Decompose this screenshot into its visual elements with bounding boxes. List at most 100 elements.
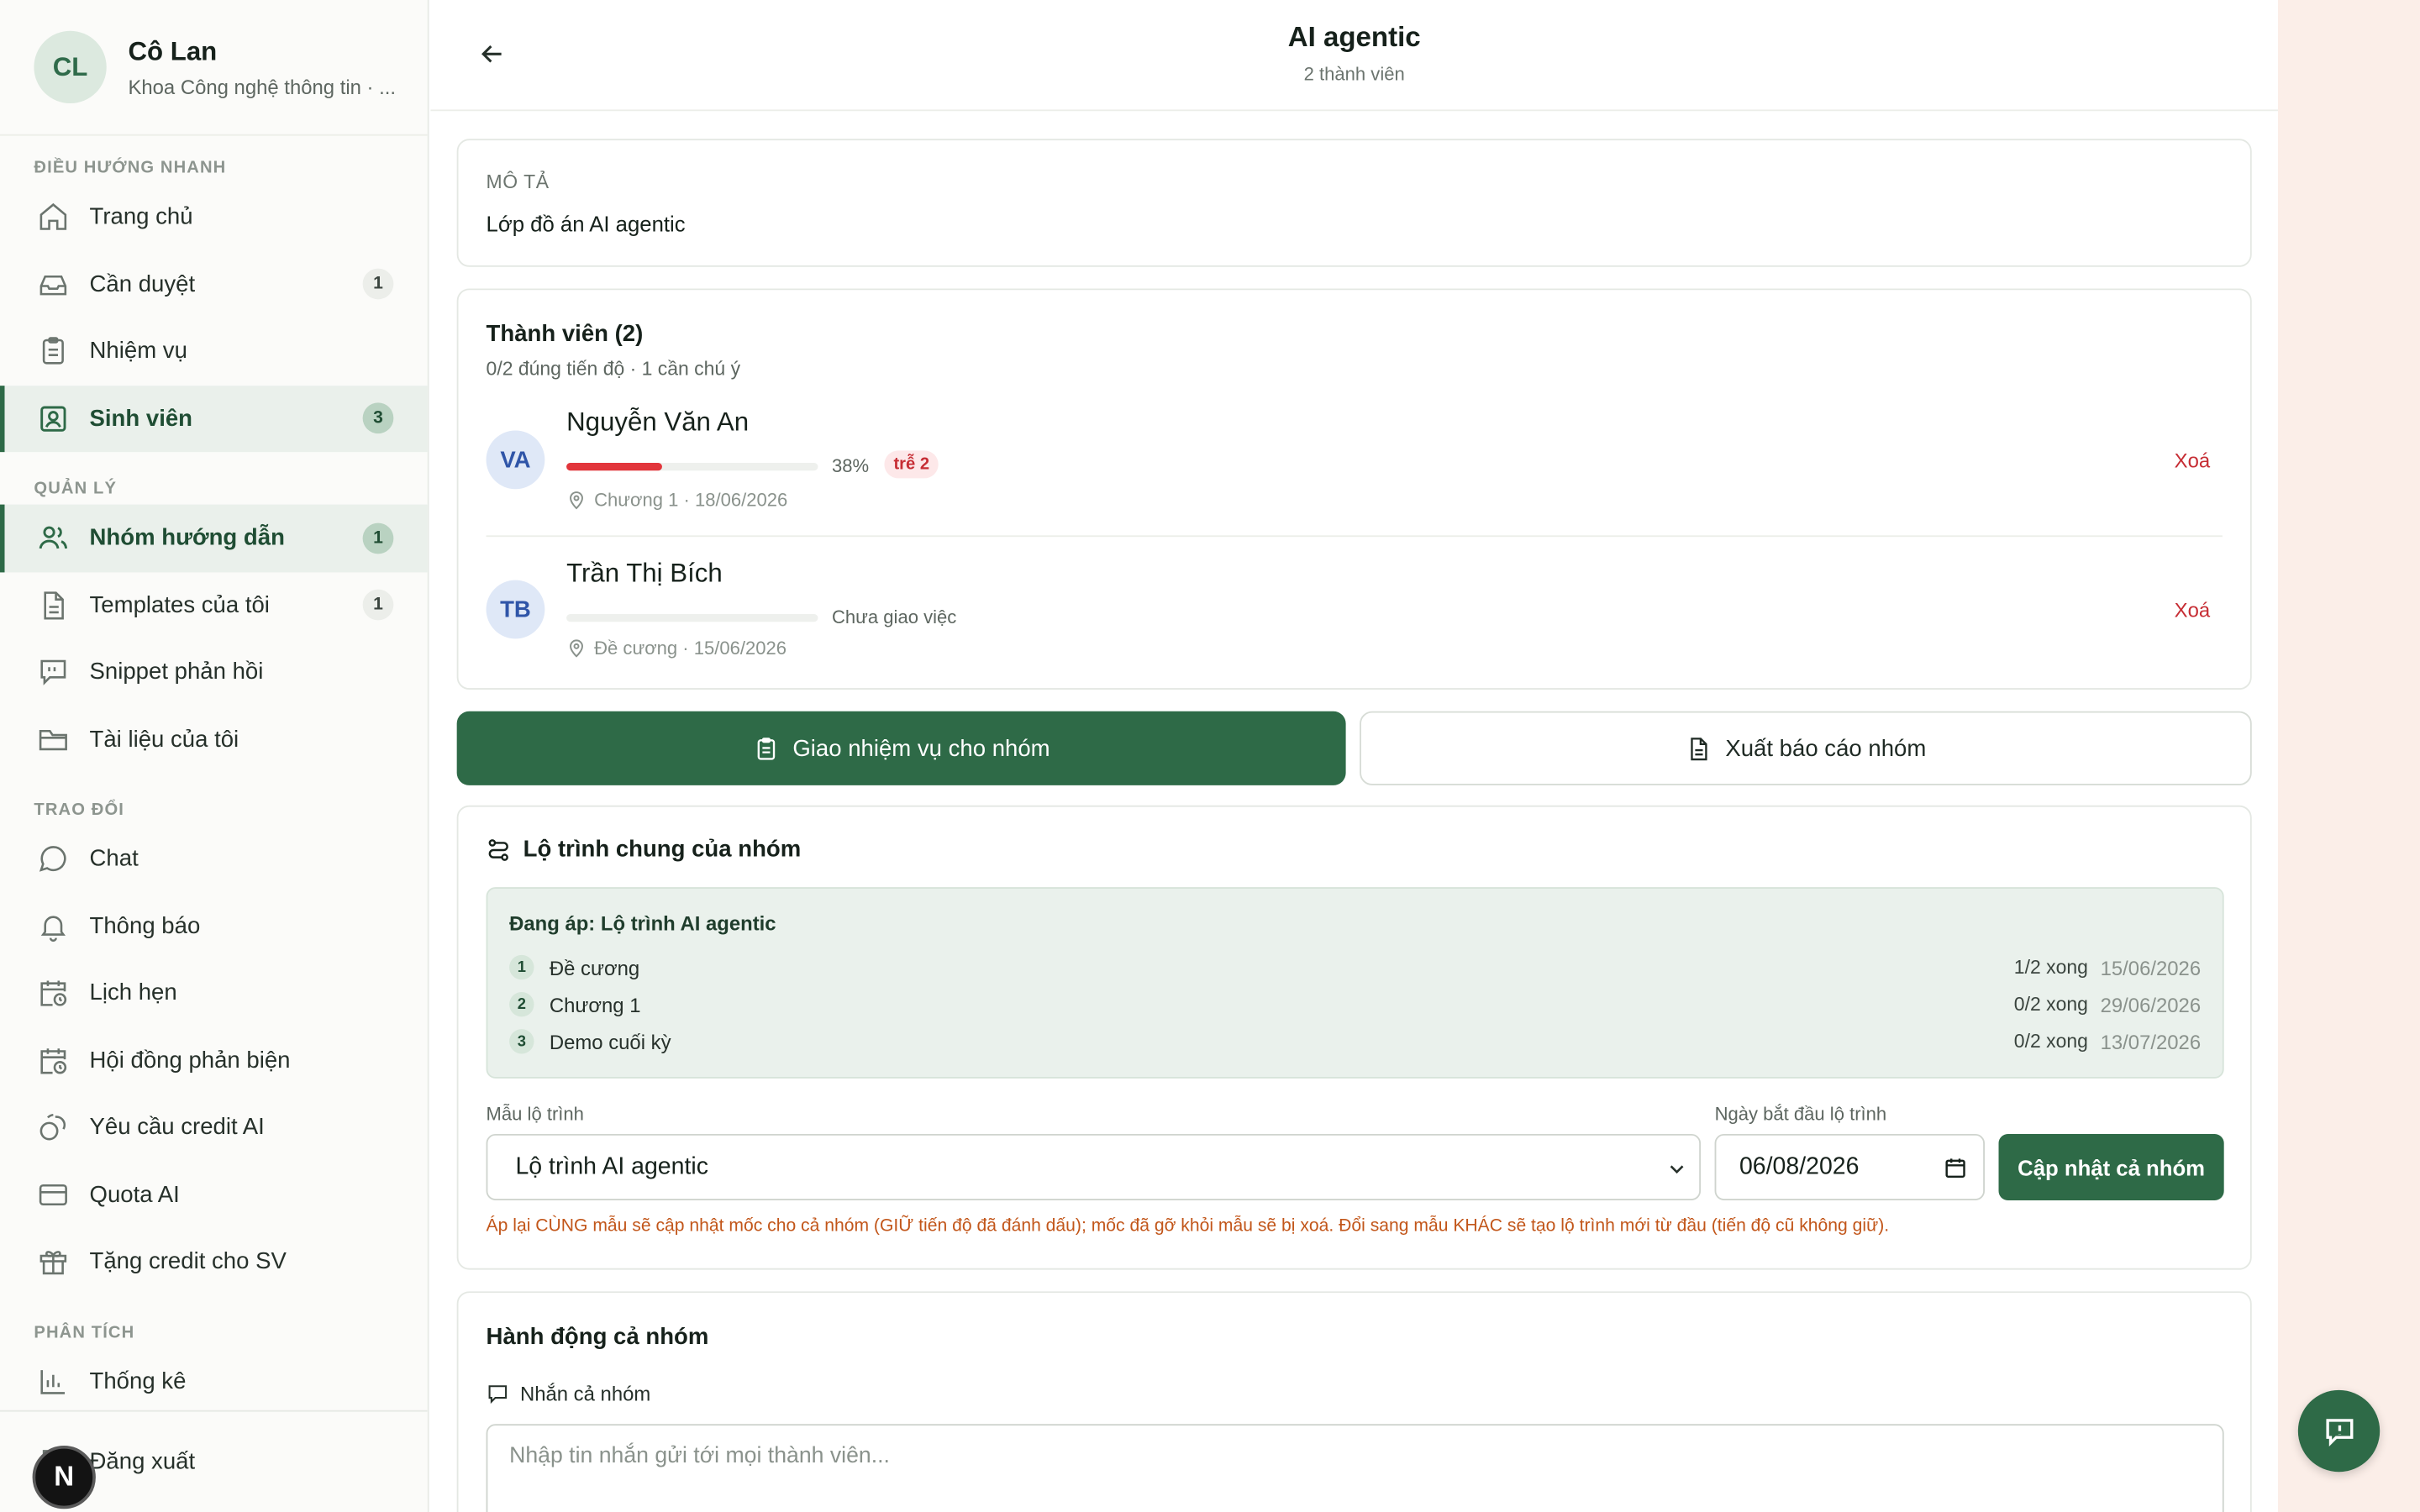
members-title: Thành viên (2): [486, 321, 644, 348]
sidebar-item-tasks[interactable]: Nhiệm vụ: [0, 318, 428, 385]
applied-roadmap-label: Đang áp: Lộ trình AI agentic: [509, 911, 776, 936]
message-icon: [488, 1385, 508, 1404]
sidebar-item-label: Nhiệm vụ: [89, 338, 187, 365]
sidebar-item-label: Yêu cầu credit AI: [89, 1114, 265, 1141]
sidebar-item-gift-credit[interactable]: Tặng credit cho SV: [0, 1228, 428, 1295]
step-done: 1/2 xong: [2013, 956, 2088, 979]
clipboard-icon: [756, 737, 775, 759]
template-select-label: Mẫu lộ trình: [486, 1103, 584, 1125]
sidebar-item-label: Thống kê: [89, 1368, 187, 1394]
calendar-icon[interactable]: [1943, 1156, 1967, 1180]
member-row[interactable]: TB Trần Thị Bích Chưa giao việc Đề cương…: [486, 559, 2223, 705]
template-select[interactable]: Lộ trình AI agentic: [486, 1133, 1702, 1200]
member-milestone: Chương 1 · 18/06/2026: [566, 489, 787, 511]
step-name: Demo cuối kỳ: [549, 1029, 671, 1053]
card-icon: [37, 1179, 70, 1211]
sidebar-item-label: Thông báo: [89, 912, 201, 940]
milestone-text: Chương 1 · 18/06/2026: [594, 489, 788, 511]
start-date-input[interactable]: 06/08/2026: [1714, 1133, 1985, 1200]
profile-header[interactable]: CL Cô Lan Khoa Công nghệ thông tin · ...: [0, 0, 428, 136]
section-label-manage: QUẢN LÝ: [34, 480, 118, 499]
bell-icon: [37, 910, 70, 942]
sidebar-item-label: Cần duyệt: [89, 270, 196, 298]
dev-tools-button[interactable]: N: [32, 1445, 96, 1509]
sidebar-item-chat[interactable]: Chat: [0, 826, 428, 893]
sidebar-item-groups[interactable]: Nhóm hướng dẫn 1: [0, 504, 428, 572]
avatar: VA: [486, 430, 545, 490]
sidebar-item-credit-request[interactable]: Yêu cầu credit AI: [0, 1094, 428, 1161]
section-label-analytics: PHÂN TÍCH: [34, 1322, 135, 1342]
sidebar-item-council[interactable]: Hội đồng phản biện: [0, 1026, 428, 1094]
sidebar-item-label: Snippet phản hồi: [89, 659, 264, 685]
sidebar-item-appointments[interactable]: Lịch hẹn: [0, 959, 428, 1026]
feedback-button[interactable]: [2297, 1389, 2381, 1473]
step-date: 29/06/2026: [2100, 992, 2202, 1016]
coins-icon: [37, 1111, 70, 1144]
page-title: AI agentic: [1287, 21, 1421, 53]
member-row[interactable]: VA Nguyễn Văn An 38% trễ 2 Chương 1 · 18…: [486, 407, 2223, 554]
step-done: 0/2 xong: [2013, 1030, 2088, 1053]
sidebar-item-label: Lịch hẹn: [89, 979, 177, 1006]
step-number: 1: [509, 954, 534, 980]
progress-status: Chưa giao việc: [831, 606, 957, 628]
gift-icon: [37, 1246, 70, 1278]
file-icon: [1691, 737, 1707, 760]
chat-icon: [37, 843, 70, 875]
sidebar-item-documents[interactable]: Tài liệu của tôi: [0, 706, 428, 773]
sidebar-item-templates[interactable]: Templates của tôi 1: [0, 571, 428, 638]
sidebar-item-label: Đăng xuất: [89, 1449, 196, 1476]
right-panel: [2277, 0, 2420, 1512]
member-name: Nguyễn Văn An: [566, 407, 750, 437]
folder-icon: [37, 723, 70, 756]
sidebar-item-notifications[interactable]: Thông báo: [0, 893, 428, 960]
clipboard-icon: [37, 335, 70, 368]
step-done: 0/2 xong: [2013, 993, 2088, 1016]
sidebar-item-label: Nhóm hướng dẫn: [89, 524, 285, 552]
export-report-button[interactable]: Xuất báo cáo nhóm: [1360, 711, 2252, 785]
description-card: MÔ TẢ Lớp đồ án AI agentic: [456, 139, 2252, 267]
sidebar-item-label: Tặng credit cho SV: [89, 1248, 287, 1275]
sidebar-item-review[interactable]: Cần duyệt 1: [0, 250, 428, 318]
section-label-quick: ĐIỀU HƯỚNG NHANH: [34, 159, 227, 178]
count-badge: 3: [362, 402, 394, 434]
map-pin-icon: [570, 638, 583, 657]
profile-name: Cô Lan: [128, 36, 218, 66]
group-message-input[interactable]: Nhập tin nhắn gửi tới mọi thành viên...: [486, 1424, 2224, 1512]
calendar-clock-icon: [37, 1044, 70, 1077]
count-badge: 1: [362, 590, 394, 621]
roadmap-card: Lộ trình chung của nhóm Đang áp: Lộ trìn…: [456, 805, 2252, 1270]
sidebar-item-home[interactable]: Trang chủ: [0, 184, 428, 251]
sidebar-item-snippets[interactable]: Snippet phản hồi: [0, 638, 428, 706]
chevron-down-icon: [1670, 1165, 1684, 1174]
roadmap-warning: Áp lại CÙNG mẫu sẽ cập nhật mốc cho cả n…: [486, 1217, 1890, 1236]
profile-subtitle: Khoa Công nghệ thông tin · ...: [128, 75, 397, 98]
inbox-icon: [37, 268, 70, 301]
step-date: 15/06/2026: [2100, 955, 2202, 979]
step-name: Đề cương: [549, 955, 640, 979]
group-actions-title: Hành động cả nhóm: [486, 1323, 709, 1351]
chart-icon: [37, 1365, 70, 1398]
main-content: AI agentic 2 thành viên MÔ TẢ Lớp đồ án …: [430, 0, 2278, 1512]
update-group-button[interactable]: Cập nhật cả nhóm: [1998, 1133, 2224, 1200]
step-date: 13/07/2026: [2100, 1029, 2202, 1053]
avatar: TB: [486, 580, 545, 639]
sidebar-item-label: Tài liệu của tôi: [89, 726, 239, 753]
progress-bar: [566, 463, 818, 471]
remove-member-button[interactable]: Xoá: [2175, 449, 2211, 472]
sidebar-item-statistics[interactable]: Thống kê: [0, 1347, 428, 1415]
roadmap-step: 3 Demo cuối kỳ 0/2 xong 13/07/2026: [509, 1025, 2201, 1058]
sidebar-item-students[interactable]: Sinh viên 3: [0, 385, 428, 453]
student-icon: [37, 402, 70, 435]
assign-group-task-button[interactable]: Giao nhiệm vụ cho nhóm: [456, 711, 1346, 785]
remove-member-button[interactable]: Xoá: [2175, 599, 2211, 622]
start-date-label: Ngày bắt đầu lộ trình: [1714, 1103, 1887, 1125]
section-label-exchange: TRAO ĐỔI: [34, 801, 124, 820]
sidebar-item-quota[interactable]: Quota AI: [0, 1161, 428, 1228]
button-label: Giao nhiệm vụ cho nhóm: [792, 735, 1050, 762]
roadmap-step: 2 Chương 1 0/2 xong 29/06/2026: [509, 987, 2201, 1021]
template-select-value: Lộ trình AI agentic: [515, 1152, 708, 1180]
file-icon: [37, 589, 70, 622]
applied-roadmap-box: Đang áp: Lộ trình AI agentic 1 Đề cương …: [486, 887, 2224, 1079]
members-card: Thành viên (2) 0/2 đúng tiến độ · 1 cần …: [456, 288, 2252, 690]
sidebar-item-label: Quota AI: [89, 1181, 180, 1208]
